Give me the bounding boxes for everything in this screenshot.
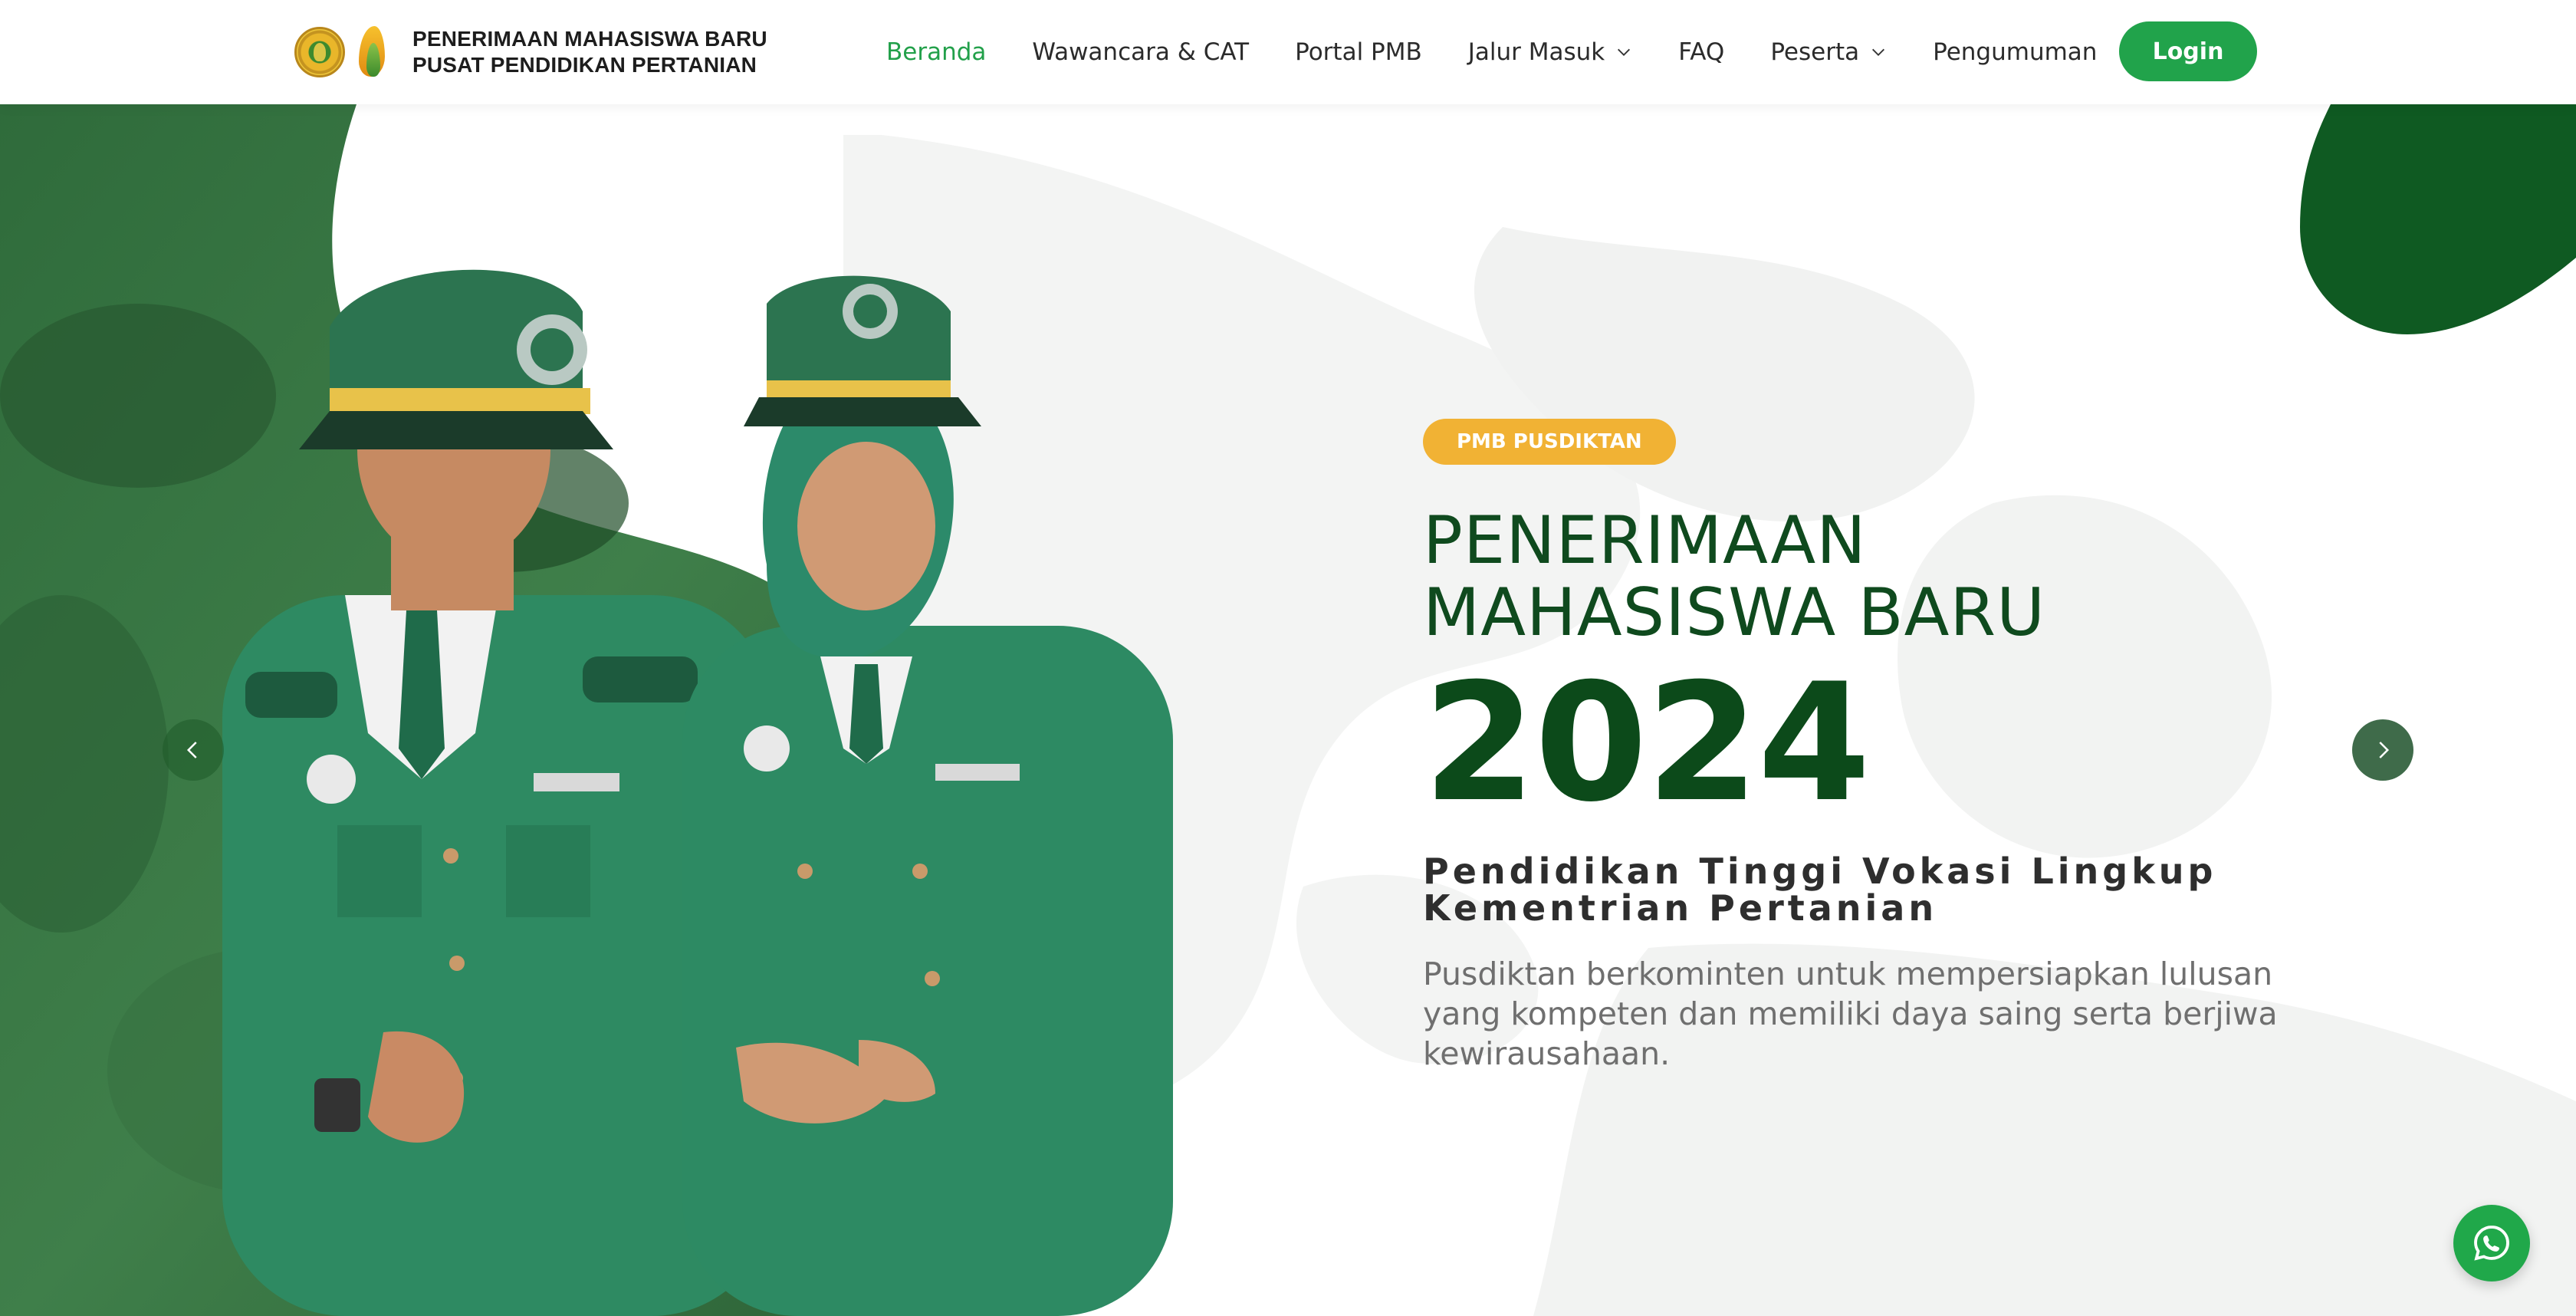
chevron-down-icon (1615, 44, 1632, 61)
slider-next-button[interactable] (2352, 719, 2413, 781)
chevron-right-icon (2379, 742, 2390, 758)
nav-item-label: Jalur Masuk (1467, 38, 1605, 66)
female-student (682, 275, 1173, 1316)
slider-prev-button[interactable] (163, 719, 224, 781)
main-nav: Beranda Wawancara & CAT Portal PMB Jalur… (886, 0, 2143, 104)
hero-title-line-1: PENERIMAAN (1423, 502, 1867, 579)
nav-item-label: Pengumuman (1933, 38, 2098, 66)
brand-line-1: PENERIMAAN MAHASISWA BARU (412, 27, 767, 51)
brand-text: PENERIMAAN MAHASISWA BARU PUSAT PENDIDIK… (412, 26, 767, 78)
nav-item-beranda[interactable]: Beranda (886, 38, 986, 66)
hero-description: Pusdiktan berkominten untuk mempersiapka… (1423, 956, 2278, 1072)
chevron-left-icon (186, 742, 197, 758)
brand-line-2: PUSAT PENDIDIKAN PERTANIAN (412, 53, 757, 77)
hero-year: 2024 (1423, 648, 1871, 837)
hero-subtitle-line-1: Pendidikan Tinggi Vokasi Lingkup (1423, 850, 2217, 892)
nav-item-label: Beranda (886, 38, 987, 66)
hero-title-line-2: MAHASISWA BARU (1423, 574, 2046, 651)
nav-item-wawancara-cat[interactable]: Wawancara & CAT (1032, 38, 1249, 66)
chevron-down-icon (1870, 44, 1887, 61)
nav-item-faq[interactable]: FAQ (1678, 38, 1724, 66)
nav-item-portal-pmb[interactable]: Portal PMB (1295, 38, 1422, 66)
hero-content: PMB PUSDIKTAN PENERIMAAN MAHASISWA BARU … (1423, 419, 2305, 1074)
hero-subtitle: Pendidikan Tinggi Vokasi Lingkup Kementr… (1423, 853, 2305, 926)
nav-item-peserta[interactable]: Peserta (1770, 38, 1887, 66)
hero-slider: PMB PUSDIKTAN PENERIMAAN MAHASISWA BARU … (0, 104, 2576, 1316)
ministry-logo-icon (294, 27, 345, 77)
nav-item-label: Peserta (1770, 38, 1860, 66)
hero-title: PENERIMAAN MAHASISWA BARU (1423, 505, 2305, 649)
hero-badge: PMB PUSDIKTAN (1423, 419, 1676, 465)
pusdiktan-logo-icon (354, 23, 391, 81)
brand[interactable]: PENERIMAAN MAHASISWA BARU PUSAT PENDIDIK… (294, 21, 767, 83)
hero-subtitle-line-2: Kementrian Pertanian (1423, 887, 1938, 929)
nav-item-label: FAQ (1678, 38, 1725, 66)
nav-item-pengumuman[interactable]: Pengumuman (1933, 38, 2097, 66)
students-photo (222, 269, 1173, 1316)
site-header: PENERIMAAN MAHASISWA BARU PUSAT PENDIDIK… (0, 0, 2576, 104)
whatsapp-icon (2474, 1226, 2509, 1261)
nav-item-jalur-masuk[interactable]: Jalur Masuk (1468, 38, 1633, 66)
whatsapp-button[interactable] (2453, 1205, 2530, 1281)
nav-item-label: Wawancara & CAT (1032, 38, 1250, 66)
login-button[interactable]: Login (2119, 21, 2257, 81)
decorative-blob (2300, 104, 2576, 334)
nav-item-label: Portal PMB (1295, 38, 1422, 66)
